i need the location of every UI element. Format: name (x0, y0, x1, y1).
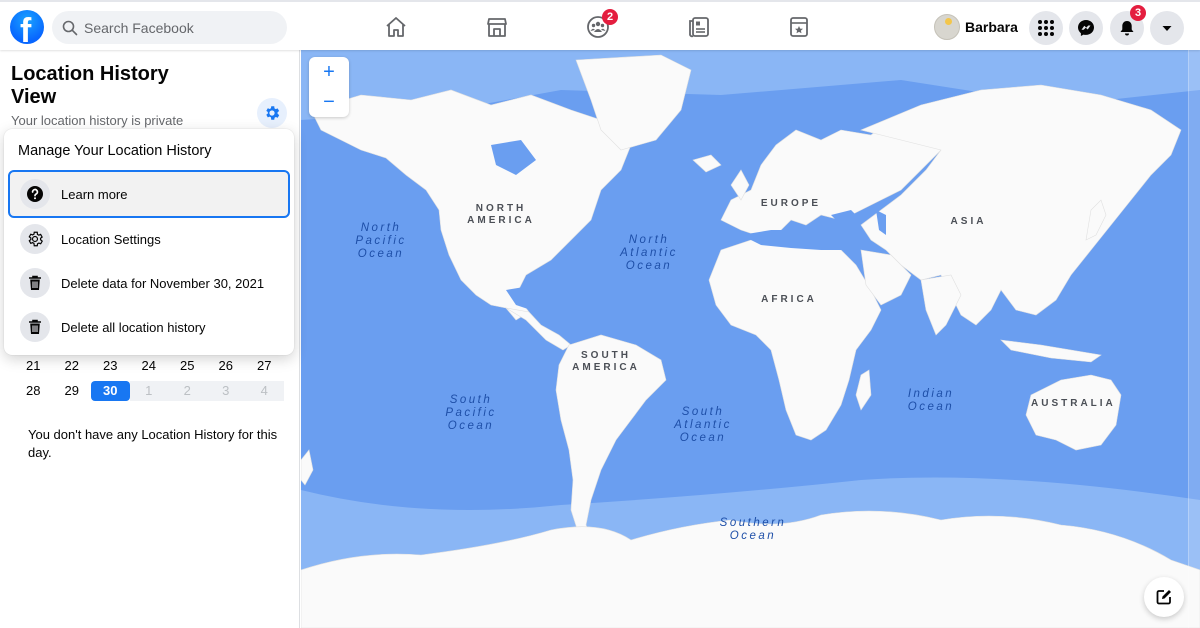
gear-icon (266, 106, 280, 120)
calendar-week-row: 28 29 30 1 2 3 4 (14, 381, 284, 401)
calendar-day[interactable]: 24 (130, 356, 169, 376)
nav-groups[interactable]: 2 (585, 9, 618, 40)
zoom-controls: + − (309, 57, 349, 117)
trash-icon (29, 319, 41, 334)
calendar-day[interactable]: 21 (14, 356, 53, 376)
marketplace-icon (487, 18, 507, 37)
notifications-badge: 3 (1130, 5, 1146, 21)
calendar-day-selected[interactable]: 30 (91, 381, 130, 401)
compose-button[interactable] (1144, 577, 1184, 617)
land-africa (708, 239, 882, 441)
label-south-pacific: South Pacific Ocean (445, 394, 497, 432)
menu-item-label: Delete data for November 30, 2021 (61, 275, 265, 291)
calendar-day-next-month: 2 (168, 381, 207, 401)
calendar-day[interactable]: 23 (91, 356, 130, 376)
land-indonesia (1000, 339, 1102, 363)
menu-item-label: Learn more (61, 186, 128, 202)
search-input[interactable] (84, 19, 274, 36)
menu-icon-bg (20, 312, 50, 342)
question-icon (27, 186, 43, 202)
menu-title: Manage Your Location History (18, 143, 212, 159)
profile-button[interactable]: Barbara (934, 12, 1018, 42)
calendar-day[interactable]: 28 (14, 381, 53, 401)
map-scroll-strip (1188, 50, 1200, 628)
manage-location-history-menu: Manage Your Location History Learn more … (4, 129, 294, 355)
search-box[interactable] (52, 11, 287, 44)
facebook-logo-letter: f (20, 12, 32, 44)
label-south-america: SOUTH AMERICA (572, 350, 640, 373)
bell-icon (1120, 21, 1134, 36)
menu-icon-bg (20, 268, 50, 298)
label-asia: ASIA (950, 216, 987, 227)
calendar-day[interactable]: 26 (207, 356, 246, 376)
label-north-atlantic: North Atlantic Ocean (620, 234, 678, 272)
search-icon (62, 20, 78, 35)
edit-icon (1156, 590, 1171, 605)
page-title: Location History View (11, 63, 169, 108)
label-southern-ocean: Southern Ocean (719, 517, 787, 542)
menu-item-label: Location Settings (61, 231, 161, 247)
privacy-subtitle: Your location history is private (11, 113, 184, 128)
menu-button[interactable] (1029, 11, 1063, 45)
calendar-day[interactable]: 29 (53, 381, 92, 401)
nav-home[interactable] (383, 14, 409, 40)
label-europe: EUROPE (760, 198, 822, 209)
nav-marketplace[interactable] (484, 14, 510, 40)
calendar-day-next-month: 4 (245, 381, 284, 401)
world-map[interactable]: + − NORTH AMERICA EUROPE ASIA AFRICA SOU… (301, 50, 1200, 628)
calendar-day[interactable]: 22 (53, 356, 92, 376)
land-india (920, 274, 962, 336)
messenger-icon (1078, 20, 1094, 36)
land-new-zealand (301, 449, 314, 486)
menu-icon-bg (20, 224, 50, 254)
label-north-pacific: North Pacific Ocean (355, 222, 407, 260)
zoom-out-button[interactable]: − (309, 87, 349, 117)
zoom-in-button[interactable]: + (309, 57, 349, 87)
trash-icon (29, 275, 41, 290)
gear-icon (28, 231, 43, 247)
notifications-button[interactable]: 3 (1110, 5, 1146, 45)
groups-badge: 2 (602, 9, 618, 25)
top-navigation-bar: f 2 Barbara 3 (0, 0, 1200, 50)
menu-icon-bg (20, 179, 50, 209)
grid-menu-icon (1038, 20, 1054, 36)
menu-item-delete-all[interactable]: Delete all location history (8, 303, 290, 351)
calendar-day-next-month: 1 (129, 381, 168, 401)
label-africa: AFRICA (761, 294, 817, 305)
menu-item-label: Delete all location history (61, 319, 206, 335)
nav-saved[interactable] (786, 14, 812, 40)
menu-item-learn-more[interactable]: Learn more (8, 170, 290, 218)
label-australia: AUSTRALIA (1031, 398, 1116, 409)
calendar-week-row: 21 22 23 24 25 26 27 (14, 356, 284, 376)
messenger-button[interactable] (1069, 11, 1103, 45)
settings-button[interactable] (257, 98, 287, 128)
nav-news[interactable] (686, 14, 712, 40)
land-australia (1025, 374, 1122, 451)
land-asia (860, 84, 1182, 326)
profile-name: Barbara (965, 19, 1018, 35)
label-south-atlantic: South Atlantic Ocean (674, 406, 732, 444)
land-madagascar (855, 369, 872, 411)
label-indian-ocean: Indian Ocean (907, 388, 955, 413)
calendar-day[interactable]: 27 (245, 356, 284, 376)
empty-history-message: You don't have any Location History for … (28, 427, 278, 460)
saved-icon (790, 17, 808, 37)
calendar-day-next-month: 3 (206, 381, 245, 401)
news-icon (689, 17, 709, 38)
facebook-logo[interactable]: f (10, 10, 44, 44)
label-north-america: NORTH AMERICA (467, 203, 535, 226)
calendar-day[interactable]: 25 (168, 356, 207, 376)
land-iceland (692, 154, 722, 173)
caret-down-icon (1162, 26, 1172, 31)
home-icon (386, 17, 406, 37)
avatar (934, 14, 960, 40)
menu-item-delete-day[interactable]: Delete data for November 30, 2021 (8, 259, 290, 307)
account-button[interactable] (1150, 11, 1184, 45)
menu-item-location-settings[interactable]: Location Settings (8, 215, 290, 263)
